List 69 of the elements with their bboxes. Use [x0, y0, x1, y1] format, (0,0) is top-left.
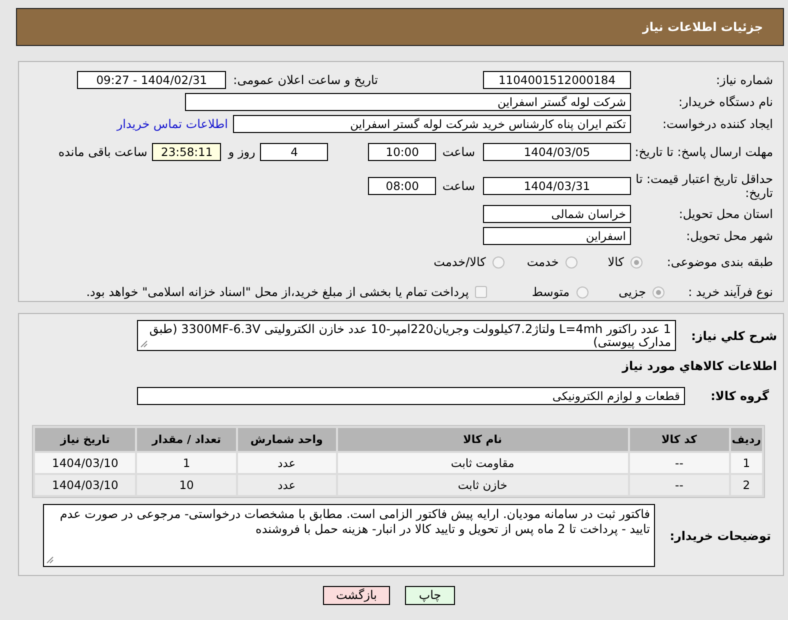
goods-group-field: قطعات و لوازم الکترونیکی — [137, 387, 685, 405]
radio-button[interactable] — [630, 256, 643, 268]
table-cell: 2 — [730, 475, 762, 495]
section-heading: اطلاعات کالاهاي مورد نياز — [620, 359, 777, 373]
radio-label: خدمت — [526, 255, 559, 269]
remaining-time-field: 23:58:11 — [152, 143, 222, 161]
column-header: واحد شمارش — [238, 428, 336, 451]
field-label: ساعت — [442, 179, 475, 193]
field-label: مهلت ارسال پاسخ: تا تاریخ: — [634, 145, 774, 159]
radio-button[interactable] — [652, 286, 665, 298]
field-label: استان محل تحویل: — [678, 207, 774, 221]
resize-grip-icon[interactable] — [46, 556, 54, 564]
requester-field: تکتم ایران پناه کارشناس خرید شرکت لوله گستر اسفراین — [233, 115, 631, 133]
page-title: جزئیات اطلاعات نیاز — [642, 20, 763, 34]
date-field: 1404/03/31 — [483, 177, 631, 195]
field-label: گروه کالا: — [710, 389, 770, 403]
field-label: شماره نیاز: — [715, 73, 774, 87]
radio-label: جزیی — [618, 285, 646, 299]
field-label: طبقه بندی موضوعی: — [666, 255, 774, 269]
radio-label: کالا/خدمت — [434, 255, 486, 269]
column-header: تاریخ نیاز — [35, 428, 136, 451]
print-button[interactable]: چاپ — [405, 586, 455, 605]
checkbox-label: پرداخت تمام یا بخشی از مبلغ خرید،از محل "اسناد خزانه اسلامی" خواهد بود. — [86, 285, 469, 299]
radio-label: متوسط — [532, 285, 570, 299]
table-cell: 10 — [137, 475, 236, 495]
radio-label: کالا — [608, 255, 624, 269]
date-field: 1404/03/05 — [483, 143, 631, 161]
table-cell: مقاومت ثابت — [338, 453, 628, 473]
radio-button[interactable] — [564, 256, 578, 268]
need-number-field: 1104001512000184 — [483, 71, 631, 89]
radio-button[interactable] — [576, 286, 589, 298]
table-cell: عدد — [238, 453, 336, 473]
province-field: خراسان شمالی — [483, 205, 631, 223]
table-cell: خازن ثابت — [338, 475, 628, 495]
table-cell: 1 — [730, 453, 762, 473]
table-cell: -- — [630, 453, 729, 473]
contact-link[interactable]: اطلاعات تماس خریدار — [116, 117, 228, 131]
column-header: ردیف — [730, 428, 762, 451]
radio-button[interactable] — [492, 256, 505, 268]
field-label: تاریخ و ساعت اعلان عمومی: — [233, 73, 378, 87]
field-label: ساعت — [442, 145, 475, 159]
buyer-notes-field: فاکتور ثبت در سامانه مودیان. ارایه پیش فاکتور الزامی است. مطابق با مشخصات درخواستی- مرجوعی در صورت عدم تایید - پرداخت تا 2 ماه پس از تحویل و تایید کالا در انبار- هزینه حمل با فروشنده — [43, 504, 655, 567]
description-field: 1 عدد راکتور L=4mh ولتاژ7.2کیلوولت وجریان220امپر-10 عدد خازن الکترولیتی 3300MF-6.3V (طبق مدارک پیوستی) — [137, 320, 676, 351]
table-cell: 1404/03/10 — [35, 475, 136, 495]
checkbox[interactable] — [474, 286, 487, 298]
column-header: نام کالا — [338, 428, 628, 451]
field-label: توضیحات خریدار: — [668, 528, 772, 542]
time-field: 10:00 — [368, 143, 436, 161]
column-header: کد کالا — [630, 428, 729, 451]
field-label: ساعت باقی مانده — [58, 145, 148, 159]
announce-date-field: 1404/02/31 - 09:27 — [77, 71, 226, 89]
city-field: اسفراین — [483, 227, 631, 245]
field-label: ایجاد کننده درخواست: — [661, 117, 774, 131]
field-label: نام دستگاه خریدار: — [678, 95, 774, 109]
field-label: شهر محل تحویل: — [685, 229, 774, 243]
field-label: روز و — [228, 145, 256, 159]
field-label: نوع فرآیند خرید : — [687, 285, 774, 299]
table-cell: 1404/03/10 — [35, 453, 136, 473]
table-cell: 1 — [137, 453, 236, 473]
resize-grip-icon[interactable] — [140, 340, 148, 348]
back-button[interactable]: بازگشت — [323, 586, 390, 605]
time-field: 08:00 — [368, 177, 436, 195]
buyer-org-field: شرکت لوله گستر اسفراین — [185, 93, 631, 111]
table-cell: -- — [630, 475, 729, 495]
field-label: حداقل تاریخ اعتبار قیمت: تا تاریخ: — [634, 172, 774, 200]
table-cell: عدد — [238, 475, 336, 495]
field-label: شرح کلي نياز: — [690, 328, 778, 342]
column-header: تعداد / مقدار — [137, 428, 236, 451]
days-field: 4 — [260, 143, 328, 161]
